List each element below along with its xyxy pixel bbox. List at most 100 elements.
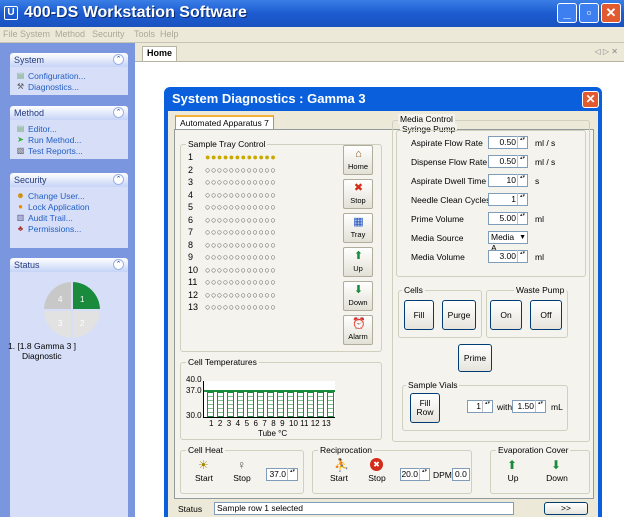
dpm-setpoint-spinner[interactable]: 20.0 xyxy=(400,468,430,481)
vial-row-count-spinner[interactable]: 1 xyxy=(467,400,493,413)
menu-file[interactable]: File xyxy=(3,29,18,39)
well[interactable]: ○ xyxy=(270,290,276,300)
diagnostics-link[interactable]: ⚒ Diagnostics... xyxy=(16,81,122,92)
well[interactable]: ○ xyxy=(270,165,276,175)
prime-button[interactable]: Prime xyxy=(458,344,492,372)
status-panel-header[interactable]: Status ⌃ xyxy=(10,258,128,272)
audit-trail-link[interactable]: ▥ Audit Trail... xyxy=(16,212,122,223)
tray-home-button[interactable]: ⌂ Home xyxy=(343,145,373,175)
vial-volume-spinner[interactable]: 1.50 xyxy=(512,400,546,413)
tray-row-label: 9 xyxy=(188,252,194,262)
fill-row-button[interactable]: Fill Row xyxy=(410,393,440,423)
tray-row-wells[interactable]: ●●●●●●●●●●●● xyxy=(205,152,276,162)
temp-axis-mid: 37.0 xyxy=(186,386,202,395)
media-field-spinner[interactable]: 3.00 xyxy=(488,250,528,263)
well[interactable]: ○ xyxy=(270,265,276,275)
tray-row-wells[interactable]: ○○○○○○○○○○○○ xyxy=(205,227,276,237)
waste-off-button[interactable]: Off xyxy=(530,300,562,330)
tray-row-wells[interactable]: ○○○○○○○○○○○○ xyxy=(205,277,276,287)
media-field-spinner[interactable]: 0.50 xyxy=(488,136,528,149)
tab-nav-controls[interactable]: ◁ ▷ ✕ xyxy=(595,47,618,56)
well[interactable]: ○ xyxy=(270,202,276,212)
tray-row-wells[interactable]: ○○○○○○○○○○○○ xyxy=(205,265,276,275)
tray-alarm-button[interactable]: ⏰ Alarm xyxy=(343,315,373,345)
tray-row-wells[interactable]: ○○○○○○○○○○○○ xyxy=(205,202,276,212)
run-method-link[interactable]: ➤ Run Method... xyxy=(16,134,122,145)
tray-stop-button[interactable]: ✖ Stop xyxy=(343,179,373,209)
audit-trail-label: Audit Trail... xyxy=(28,212,73,223)
heat-setpoint-spinner[interactable]: 37.0 xyxy=(266,468,298,481)
well[interactable]: ○ xyxy=(270,302,276,312)
waste-pump-title: Waste Pump xyxy=(514,285,567,295)
waste-on-button[interactable]: On xyxy=(490,300,522,330)
well[interactable]: ○ xyxy=(270,190,276,200)
heat-stop-button[interactable]: ♀ Stop xyxy=(225,456,259,488)
well[interactable]: ○ xyxy=(270,252,276,262)
well-selected[interactable]: ● xyxy=(270,152,276,162)
permissions-link[interactable]: ♣ Permissions... xyxy=(16,223,122,234)
tab-home[interactable]: Home xyxy=(142,46,178,61)
cells-purge-button[interactable]: Purge xyxy=(442,300,476,330)
minimize-button[interactable]: _ xyxy=(557,3,577,23)
system-panel-header[interactable]: System ⌃ xyxy=(10,53,128,67)
media-field-spinner[interactable]: 0.50 xyxy=(488,155,528,168)
menu-system[interactable]: System xyxy=(20,29,50,39)
well[interactable]: ○ xyxy=(270,227,276,237)
well[interactable]: ○ xyxy=(270,177,276,187)
media-field-label: Dispense Flow Rate xyxy=(411,157,488,167)
tray-row-wells[interactable]: ○○○○○○○○○○○○ xyxy=(205,302,276,312)
media-field-spinner[interactable]: 1 xyxy=(488,193,528,206)
tray-tray-button[interactable]: ▦ Tray xyxy=(343,213,373,243)
well[interactable]: ○ xyxy=(270,215,276,225)
status-pie-chart: 4 1 3 2 xyxy=(44,282,100,338)
editor-link[interactable]: ▤ Editor... xyxy=(16,123,122,134)
recip-start-button[interactable]: ⛹ Start xyxy=(322,456,356,488)
security-panel-header[interactable]: Security ⌃ xyxy=(10,173,128,187)
tray-down-button[interactable]: ⬇ Down xyxy=(343,281,373,311)
chevron-down-icon[interactable]: ▼ xyxy=(519,232,526,243)
tray-row-wells[interactable]: ○○○○○○○○○○○○ xyxy=(205,215,276,225)
menu-security[interactable]: Security xyxy=(92,29,125,39)
cells-fill-button[interactable]: Fill xyxy=(404,300,434,330)
menu-tools[interactable]: Tools xyxy=(134,29,155,39)
tray-row-wells[interactable]: ○○○○○○○○○○○○ xyxy=(205,190,276,200)
tray-row-wells[interactable]: ○○○○○○○○○○○○ xyxy=(205,240,276,250)
menu-help[interactable]: Help xyxy=(160,29,179,39)
maximize-button[interactable]: ▫ xyxy=(579,3,599,23)
evap-up-button[interactable]: ⬆ Up xyxy=(496,456,530,488)
tray-row-wells[interactable]: ○○○○○○○○○○○○ xyxy=(205,165,276,175)
collapse-chevron-icon[interactable]: ⌃ xyxy=(113,54,124,65)
temp-tube-bar xyxy=(277,392,284,417)
status-more-button[interactable]: >> xyxy=(544,502,588,515)
status-label: Status xyxy=(178,504,203,514)
recip-stop-button[interactable]: ✖ Stop xyxy=(360,456,394,488)
tray-row-wells[interactable]: ○○○○○○○○○○○○ xyxy=(205,252,276,262)
dialog-close-button[interactable]: ✕ xyxy=(582,91,599,108)
tab-automated-apparatus[interactable]: Automated Apparatus 7 xyxy=(175,115,274,130)
collapse-chevron-icon[interactable]: ⌃ xyxy=(113,174,124,185)
collapse-chevron-icon[interactable]: ⌃ xyxy=(113,259,124,270)
tray-row-wells[interactable]: ○○○○○○○○○○○○ xyxy=(205,290,276,300)
tray-row-wells[interactable]: ○○○○○○○○○○○○ xyxy=(205,177,276,187)
configuration-link[interactable]: ▤ Configuration... xyxy=(16,70,122,81)
well[interactable]: ○ xyxy=(270,277,276,287)
down-arrow-icon: ⬇ xyxy=(353,284,364,296)
change-user-link[interactable]: ☻ Change User... xyxy=(16,190,122,201)
tray-row-label: 2 xyxy=(188,164,194,175)
well[interactable]: ○ xyxy=(270,240,276,250)
media-field-spinner[interactable]: 5.00 xyxy=(488,212,528,225)
method-panel-header[interactable]: Method ⌃ xyxy=(10,106,128,120)
menu-method[interactable]: Method xyxy=(55,29,85,39)
tray-row-label: 1 xyxy=(188,152,194,162)
tray-up-button[interactable]: ⬆ Up xyxy=(343,247,373,277)
heat-start-button[interactable]: ☀ Start xyxy=(187,456,221,488)
collapse-chevron-icon[interactable]: ⌃ xyxy=(113,107,124,118)
evap-down-button[interactable]: ⬇ Down xyxy=(540,456,574,488)
media-source-select[interactable]: Media A ▼ xyxy=(488,231,528,253)
close-button[interactable]: ✕ xyxy=(601,3,621,23)
media-field-spinner[interactable]: 10 xyxy=(488,174,528,187)
test-reports-link[interactable]: ▧ Test Reports... xyxy=(16,145,122,156)
temp-tube-bar xyxy=(267,392,274,417)
lock-application-link[interactable]: ● Lock Application xyxy=(16,201,122,212)
tray-row-label: 5 xyxy=(188,202,194,212)
